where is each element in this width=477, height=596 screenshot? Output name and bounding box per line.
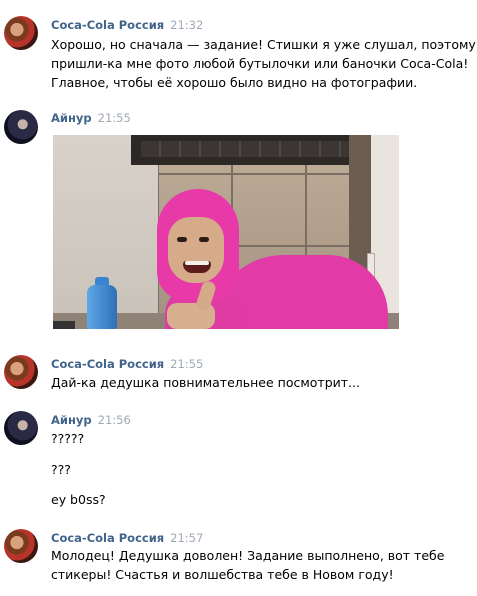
author-name[interactable]: Айнур xyxy=(51,111,92,125)
message-text-line: Молодец! Дедушка доволен! Задание выполн… xyxy=(51,548,445,563)
message-text-line: ????? xyxy=(51,431,85,446)
avatar[interactable] xyxy=(4,16,38,50)
message-time[interactable]: 21:32 xyxy=(170,18,203,32)
avatar[interactable] xyxy=(4,110,38,144)
photo-attachment[interactable] xyxy=(53,135,399,329)
message-time[interactable]: 21:57 xyxy=(170,531,203,545)
message-text-line: стикеры! Счастья и волшебства тебе в Нов… xyxy=(51,567,394,582)
message-text-line: Дай-ка дедушка повнимательнее посмотрит.… xyxy=(51,375,360,390)
author-name[interactable]: Coca-Cola Россия xyxy=(51,531,164,545)
author-name[interactable]: Coca-Cola Россия xyxy=(51,18,164,32)
author-name[interactable]: Айнур xyxy=(51,413,92,427)
message-time[interactable]: 21:55 xyxy=(170,357,203,371)
message-text-line: Хорошо, но сначала — задание! Стишки я у… xyxy=(51,37,476,52)
message-time[interactable]: 21:56 xyxy=(98,413,131,427)
message-header: Айнур 21:56 xyxy=(51,413,131,427)
message-text-line: Главное, чтобы её хорошо было видно на ф… xyxy=(51,75,418,90)
message-header: Айнур 21:55 xyxy=(51,111,131,125)
author-name[interactable]: Coca-Cola Россия xyxy=(51,357,164,371)
message-text-line: пришли-ка мне фото любой бутылочки или б… xyxy=(51,56,469,71)
message-time[interactable]: 21:55 xyxy=(98,111,131,125)
avatar[interactable] xyxy=(4,529,38,563)
message-header: Coca-Cola Россия 21:32 xyxy=(51,18,203,32)
avatar[interactable] xyxy=(4,411,38,445)
message-header: Coca-Cola Россия 21:55 xyxy=(51,357,203,371)
message-text-line: ey b0ss? xyxy=(51,492,106,507)
avatar[interactable] xyxy=(4,355,38,389)
message-text-line: ??? xyxy=(51,462,71,477)
message-header: Coca-Cola Россия 21:57 xyxy=(51,531,203,545)
